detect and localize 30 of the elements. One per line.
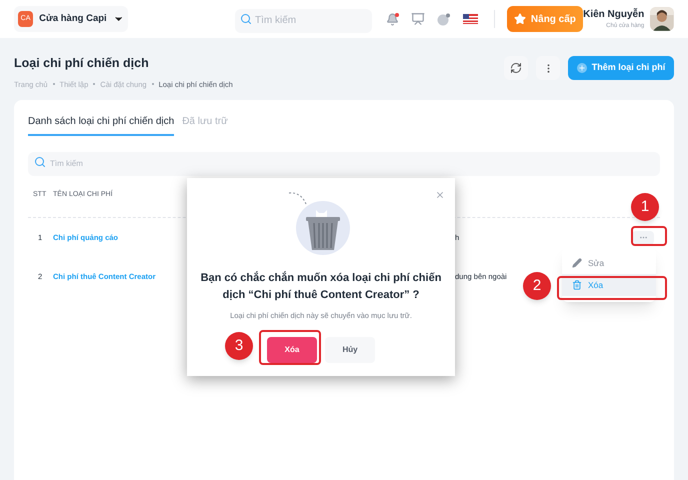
- plus-icon: [576, 63, 587, 73]
- dialog-title: Bạn có chắc chắn muốn xóa loại chi phí chiến dịch “Chi phí thuê Content Creator” ?: [200, 270, 442, 303]
- board-icon[interactable]: [410, 12, 425, 26]
- highlight-frame: [259, 330, 321, 365]
- us-flag-icon[interactable]: [462, 14, 478, 24]
- menu-item[interactable]: Sửa: [562, 252, 656, 274]
- trash-icon: [572, 280, 582, 290]
- upgrade-button[interactable]: Nâng cấp: [506, 6, 584, 32]
- highlight-frame: [631, 226, 667, 246]
- search-icon: [240, 13, 252, 25]
- menu-item[interactable]: Xóa: [562, 274, 656, 296]
- user-name: Kiên Nguyễn: [583, 7, 644, 22]
- star-icon: [514, 13, 526, 25]
- delete-button[interactable]: Xóa: [267, 337, 317, 364]
- close-icon[interactable]: [435, 190, 445, 200]
- page-title: Loại chi phí chiến dịch: [14, 55, 150, 72]
- tab[interactable]: Đã lưu trữ: [182, 114, 228, 136]
- tab[interactable]: Danh sách loại chi phí chiến dịch: [28, 114, 174, 136]
- pencil-icon: [572, 258, 582, 268]
- table-search-field[interactable]: Tìm kiếm: [28, 152, 660, 176]
- refresh-button[interactable]: [504, 56, 528, 80]
- search-field[interactable]: Tìm kiếm: [235, 8, 372, 32]
- bell-icon[interactable]: [386, 12, 399, 26]
- store-name: Cửa hàng Capi: [39, 12, 107, 26]
- refresh-icon: [510, 62, 522, 74]
- search-icon: [34, 156, 46, 168]
- row-actions-button[interactable]: [632, 230, 654, 244]
- add-cost-type-button[interactable]: Thêm loại chi phí: [568, 56, 674, 80]
- chat-bubble-icon[interactable]: [436, 12, 451, 26]
- cancel-button[interactable]: Hủy: [325, 337, 375, 364]
